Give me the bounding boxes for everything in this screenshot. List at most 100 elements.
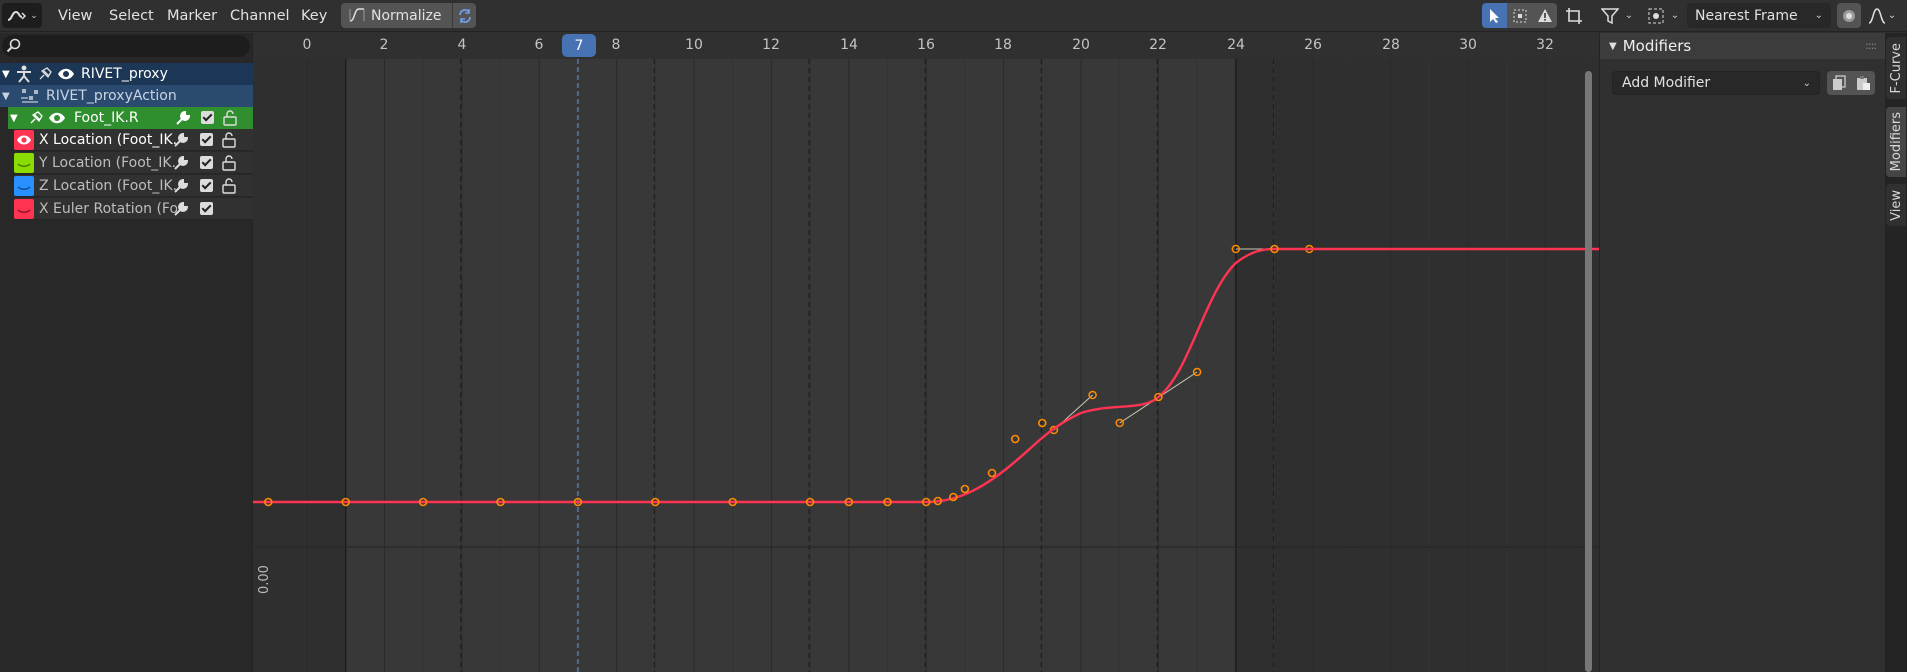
graph-editor-icon: [7, 10, 27, 21]
menu-select[interactable]: Select: [107, 3, 156, 28]
unlock-icon[interactable]: [222, 109, 238, 127]
editor-type-selector[interactable]: ⌄: [2, 3, 42, 28]
unlock-icon[interactable]: [221, 177, 237, 195]
frame-tick-label: 14: [840, 37, 858, 53]
proportional-editing-button[interactable]: [1562, 3, 1586, 28]
wrench-icon[interactable]: [173, 178, 189, 194]
menu-marker[interactable]: Marker: [165, 3, 219, 28]
pin-icon[interactable]: [28, 110, 44, 126]
frame-tick-label: 8: [611, 37, 621, 53]
fcurve-row-y-location[interactable]: Y Location (Foot_IK.R: [14, 152, 253, 174]
curve-swatch-icon: [17, 185, 31, 190]
collapse-triangle-icon[interactable]: ▼: [1609, 41, 1617, 52]
fcurve-row-x-location[interactable]: X Location (Foot_IK.R: [14, 129, 253, 151]
fcurve-label: X Location (Foot_IK.R: [39, 131, 177, 148]
cursor-arrow-icon: [1489, 8, 1499, 23]
wrench-icon[interactable]: [175, 110, 191, 126]
chevron-down-icon: ⌄: [1814, 10, 1823, 21]
show-handles-button[interactable]: [1507, 3, 1532, 28]
unlock-icon[interactable]: [221, 131, 237, 149]
normalize-toggle[interactable]: Normalize: [341, 3, 453, 28]
modifiers-panel-header[interactable]: ▼ Modifiers ::::: [1600, 33, 1886, 59]
fcurve-label: X Euler Rotation (Foot_IK.R: [39, 200, 177, 217]
channel-group-row[interactable]: ▼ Foot_IK.R: [8, 107, 253, 129]
curve-swatch-icon: [17, 208, 31, 213]
falloff-curve-icon: [1868, 7, 1886, 24]
expand-triangle-icon[interactable]: ▼: [2, 69, 12, 80]
chevron-down-icon: ⌄: [1887, 10, 1897, 21]
mute-checkbox[interactable]: [201, 111, 214, 124]
fcurve-row-z-location[interactable]: Z Location (Foot_IK.R: [14, 175, 253, 197]
unlock-icon[interactable]: [221, 154, 237, 172]
frame-tick-label: 28: [1382, 37, 1400, 53]
frame-tick-label: 0: [302, 37, 312, 53]
graph-canvas[interactable]: [253, 33, 1599, 672]
menu-view[interactable]: View: [56, 3, 94, 28]
wrench-icon[interactable]: [173, 132, 189, 148]
sidebar-tabs: F-Curve Modifiers View: [1885, 33, 1907, 672]
frame-tick-label: 16: [917, 37, 935, 53]
tab-fcurve[interactable]: F-Curve: [1886, 37, 1906, 99]
channel-region: ▼ RIVET_proxy ▼ RIVET_proxyAction ▼ Foot…: [0, 33, 253, 672]
crop-icon: [1566, 7, 1582, 24]
eye-icon[interactable]: [48, 111, 66, 125]
graph-region[interactable]: 0 2 4 6 8 10 12 14 16 18 20 22 24 26 28 …: [253, 33, 1599, 672]
show-errors-button[interactable]: [1532, 3, 1557, 28]
frame-ruler[interactable]: 0 2 4 6 8 10 12 14 16 18 20 22 24 26 28 …: [253, 33, 1599, 59]
eye-icon[interactable]: [57, 67, 75, 81]
pivot-point-dropdown[interactable]: ⌄: [1642, 3, 1684, 28]
auto-normalize-button[interactable]: [452, 3, 476, 28]
fcurve-row-x-euler-rotation[interactable]: X Euler Rotation (Foot_IK.R: [14, 198, 253, 220]
chevron-down-icon: ⌄: [1670, 10, 1680, 21]
fcurve-color-swatch: [14, 152, 34, 173]
paste-modifiers-button[interactable]: [1851, 71, 1875, 95]
pivot-icon: [1648, 8, 1664, 23]
add-modifier-label: Add Modifier: [1622, 75, 1711, 91]
handles-icon: [1513, 9, 1526, 22]
wrench-icon[interactable]: [173, 155, 189, 171]
mute-checkbox[interactable]: [200, 179, 213, 192]
copy-modifiers-button[interactable]: [1827, 71, 1851, 95]
current-frame-indicator[interactable]: 7: [562, 34, 596, 57]
channel-object-row[interactable]: ▼ RIVET_proxy: [0, 63, 253, 85]
wrench-icon[interactable]: [173, 201, 189, 217]
scene-frame-range: [345, 59, 1236, 672]
modifiers-panel-title: Modifiers: [1622, 37, 1692, 55]
frame-tick-label: 10: [685, 37, 703, 53]
action-icon: [21, 89, 38, 103]
filters-dropdown[interactable]: ⌄: [1597, 3, 1637, 28]
y-axis-value-container: 0.00: [257, 556, 272, 596]
expand-triangle-icon[interactable]: ▼: [2, 91, 12, 102]
menu-key[interactable]: Key: [299, 3, 329, 28]
show-only-selected-button[interactable]: [1482, 3, 1507, 28]
frame-tick-label: 30: [1459, 37, 1477, 53]
pin-icon[interactable]: [37, 66, 53, 82]
tab-modifiers[interactable]: Modifiers: [1886, 107, 1906, 177]
tab-view[interactable]: View: [1886, 184, 1906, 226]
falloff-dropdown[interactable]: ⌄: [1864, 3, 1900, 28]
channel-object-label: RIVET_proxy: [81, 66, 168, 82]
menu-channel[interactable]: Channel: [228, 3, 292, 28]
fcurve-color-swatch: [14, 198, 34, 219]
channel-search-field[interactable]: [2, 35, 250, 57]
drag-handle-icon[interactable]: ::::: [1865, 39, 1877, 52]
eye-icon[interactable]: [14, 130, 34, 150]
expand-triangle-icon[interactable]: ▼: [10, 113, 20, 124]
sidebar-region: ▼ Modifiers :::: Add Modifier ⌄: [1599, 33, 1886, 672]
mute-checkbox[interactable]: [200, 202, 213, 215]
mute-checkbox[interactable]: [200, 133, 213, 146]
frame-tick-label: 2: [379, 37, 389, 53]
add-modifier-dropdown[interactable]: Add Modifier ⌄: [1612, 71, 1820, 95]
snapping-mode-dropdown[interactable]: Nearest Frame ⌄: [1687, 3, 1831, 28]
frame-tick-label: 4: [457, 37, 467, 53]
mute-checkbox[interactable]: [200, 156, 213, 169]
vertical-scrollbar[interactable]: [1585, 71, 1592, 672]
copy-icon: [1833, 75, 1846, 90]
fcurve-color-swatch: [14, 129, 34, 150]
chevron-down-icon: ⌄: [1802, 77, 1811, 89]
graph-editor-header: ⌄ View Select Marker Channel Key Normali…: [0, 0, 1907, 32]
proportional-editing-toggle[interactable]: [1837, 3, 1861, 28]
channel-action-row[interactable]: ▼ RIVET_proxyAction: [0, 85, 253, 107]
paste-icon: [1857, 76, 1870, 90]
frame-tick-label: 26: [1304, 37, 1322, 53]
